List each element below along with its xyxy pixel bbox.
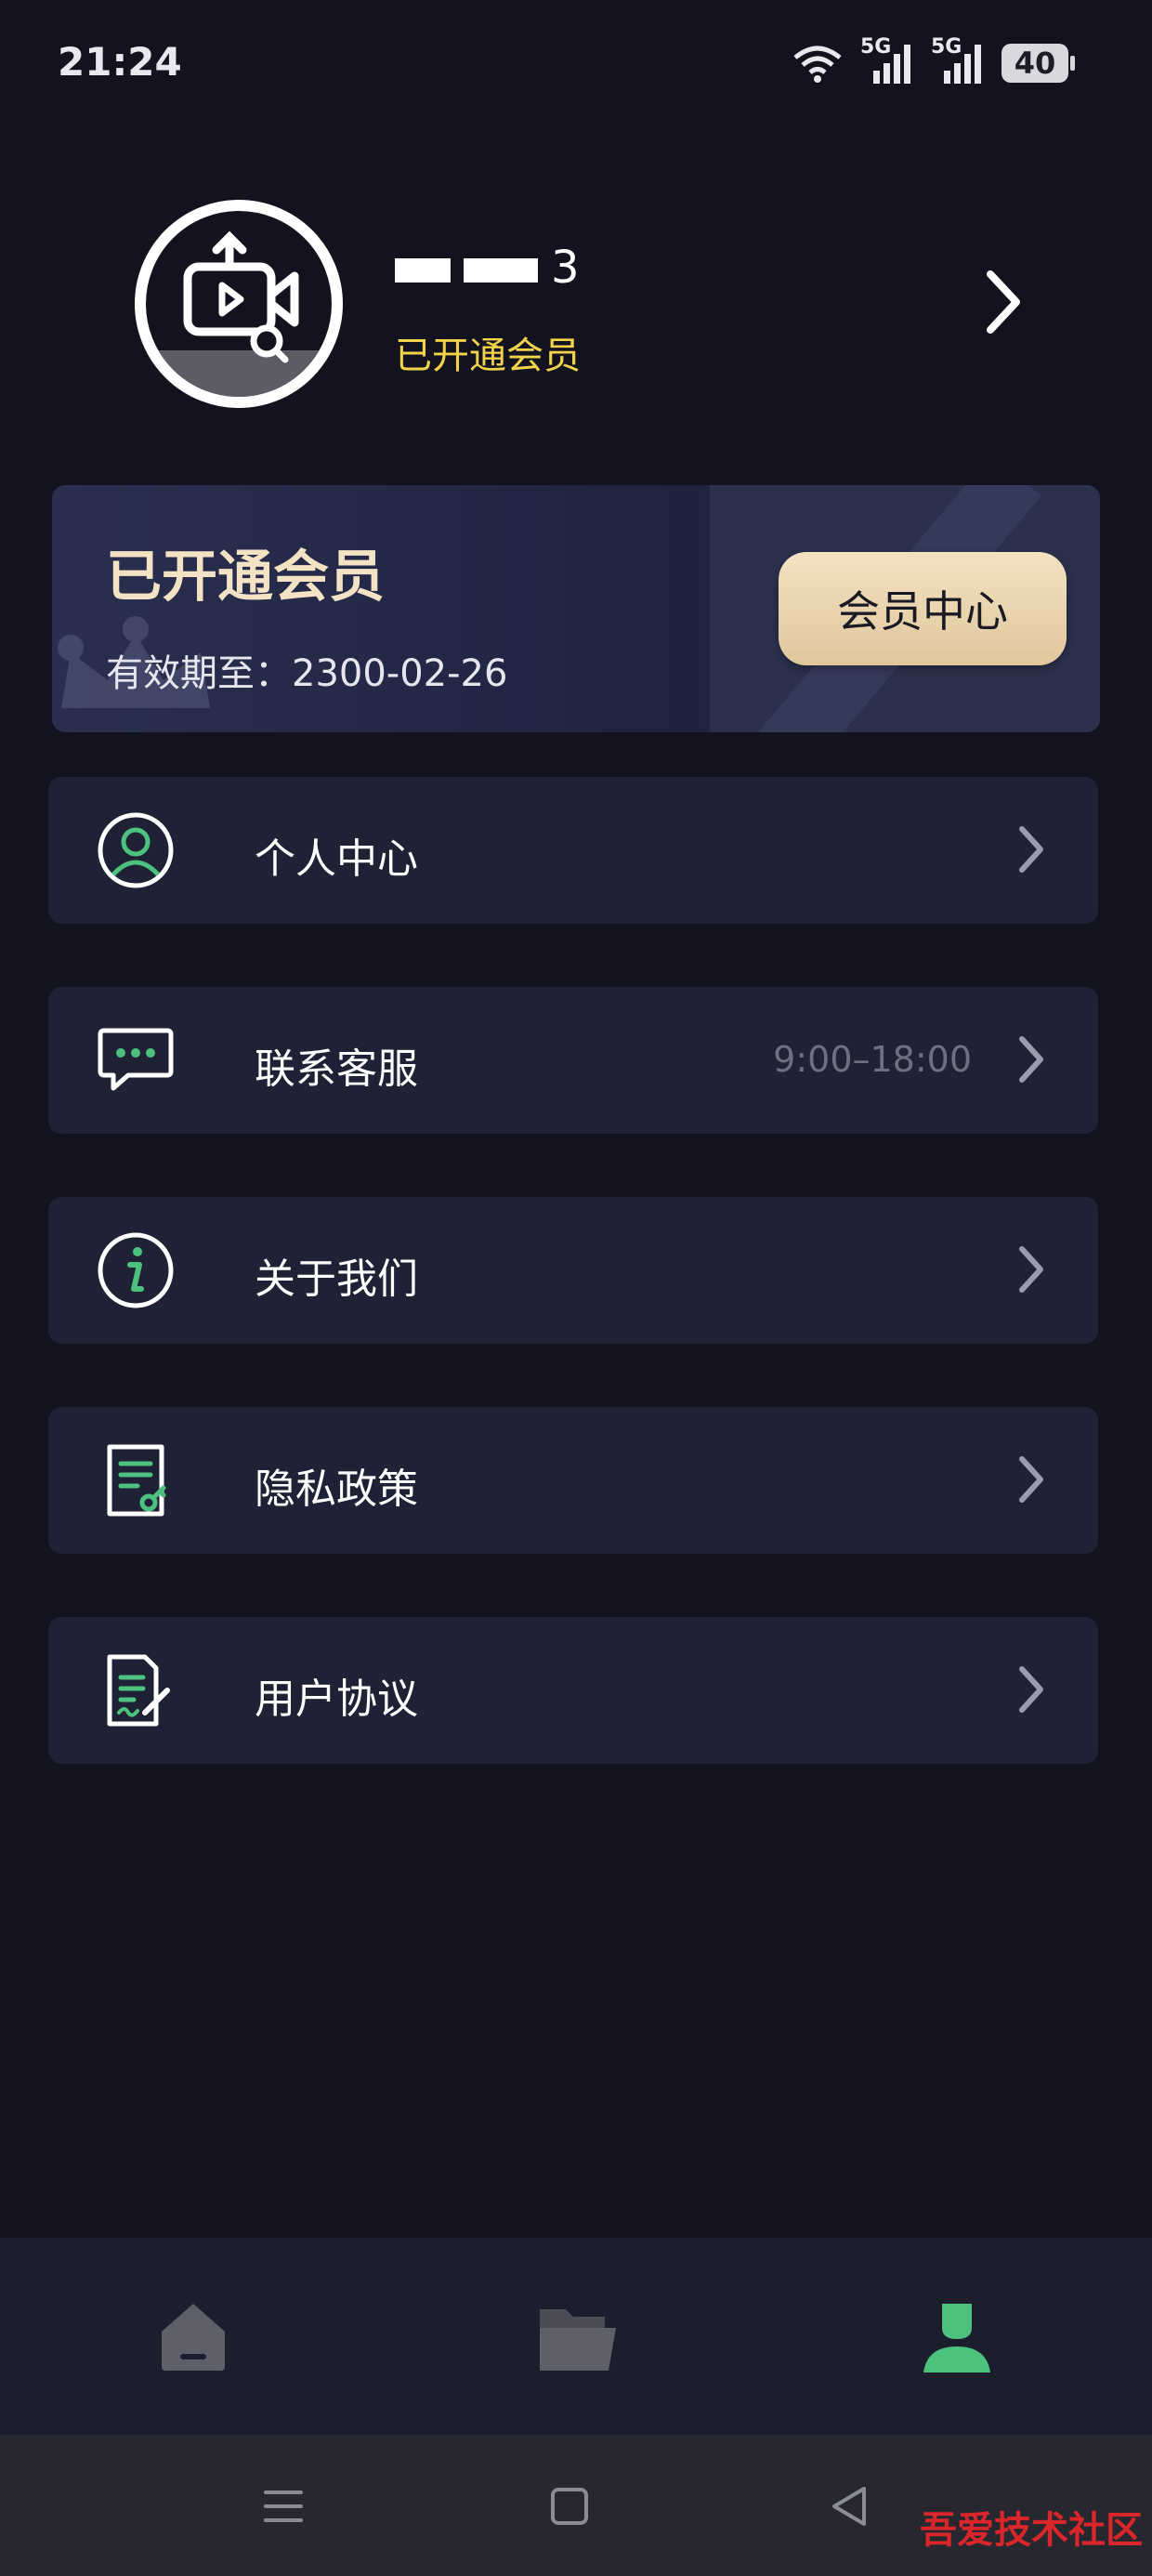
menu-item-about-us[interactable]: 关于我们 bbox=[48, 1197, 1098, 1344]
vip-expiry: 有效期至：2300-02-26 bbox=[106, 652, 508, 695]
chevron-right-icon[interactable] bbox=[975, 265, 1031, 339]
video-upload-icon bbox=[183, 230, 299, 363]
chevron-right-icon bbox=[1019, 1666, 1043, 1713]
battery-icon: 40 bbox=[1001, 44, 1075, 83]
status-bar: 21:24 5G 5G 40 bbox=[0, 0, 1152, 139]
bottom-nav bbox=[0, 2238, 1152, 2435]
service-hours: 9:00–18:00 bbox=[773, 1039, 972, 1080]
menu-item-customer-service[interactable]: 联系客服 9:00–18:00 bbox=[48, 987, 1098, 1134]
profile-name: 3 bbox=[395, 242, 580, 294]
avatar[interactable] bbox=[135, 200, 343, 408]
member-status: 已开通会员 bbox=[395, 335, 581, 377]
signal-icon-2: 5G bbox=[931, 35, 985, 85]
member-center-button[interactable]: 会员中心 bbox=[779, 552, 1067, 665]
menu-label: 隐私政策 bbox=[255, 1465, 418, 1513]
menu-label: 关于我们 bbox=[255, 1255, 418, 1303]
chevron-right-icon bbox=[1019, 1456, 1043, 1503]
chevron-right-icon bbox=[1019, 1036, 1043, 1083]
hamburger-icon bbox=[264, 2491, 303, 2522]
chevron-right-icon bbox=[1019, 1246, 1043, 1293]
menu-item-personal-center[interactable]: 个人中心 bbox=[48, 777, 1098, 924]
menu-label: 用户协议 bbox=[255, 1676, 418, 1723]
signal-icon: 5G bbox=[860, 35, 914, 85]
status-time: 21:24 bbox=[58, 39, 182, 85]
document-key-icon bbox=[107, 1444, 166, 1517]
tab-profile[interactable] bbox=[901, 2286, 1013, 2388]
vip-title: 已开通会员 bbox=[106, 545, 385, 610]
status-icons: 5G 5G 40 bbox=[792, 35, 1075, 85]
menu-item-privacy-policy[interactable]: 隐私政策 bbox=[48, 1407, 1098, 1554]
tab-files[interactable] bbox=[522, 2286, 634, 2388]
home-button[interactable] bbox=[537, 2474, 602, 2539]
tab-home[interactable] bbox=[137, 2286, 249, 2388]
chevron-right-icon bbox=[1019, 826, 1043, 873]
folder-icon bbox=[540, 2309, 616, 2371]
document-sign-icon bbox=[107, 1654, 170, 1727]
profile-header[interactable]: 3 已开通会员 bbox=[0, 186, 1152, 427]
menu-button[interactable] bbox=[251, 2474, 316, 2539]
user-icon bbox=[923, 2304, 990, 2372]
user-circle-icon bbox=[98, 812, 174, 888]
menu-label: 个人中心 bbox=[255, 835, 418, 883]
system-nav-bar: 吾爱技术社区 bbox=[0, 2435, 1152, 2576]
home-icon bbox=[162, 2304, 225, 2371]
info-icon bbox=[98, 1232, 174, 1308]
menu-item-user-agreement[interactable]: 用户协议 bbox=[48, 1617, 1098, 1764]
menu-label: 联系客服 bbox=[255, 1045, 418, 1093]
chat-bubble-icon bbox=[98, 1028, 174, 1091]
wifi-icon bbox=[793, 46, 842, 83]
back-triangle-icon bbox=[832, 2487, 866, 2526]
vip-card: 已开通会员 有效期至：2300-02-26 会员中心 bbox=[52, 485, 1100, 732]
back-button[interactable] bbox=[818, 2474, 883, 2539]
square-icon bbox=[551, 2488, 588, 2525]
watermark: 吾爱技术社区 bbox=[920, 2509, 1143, 2552]
